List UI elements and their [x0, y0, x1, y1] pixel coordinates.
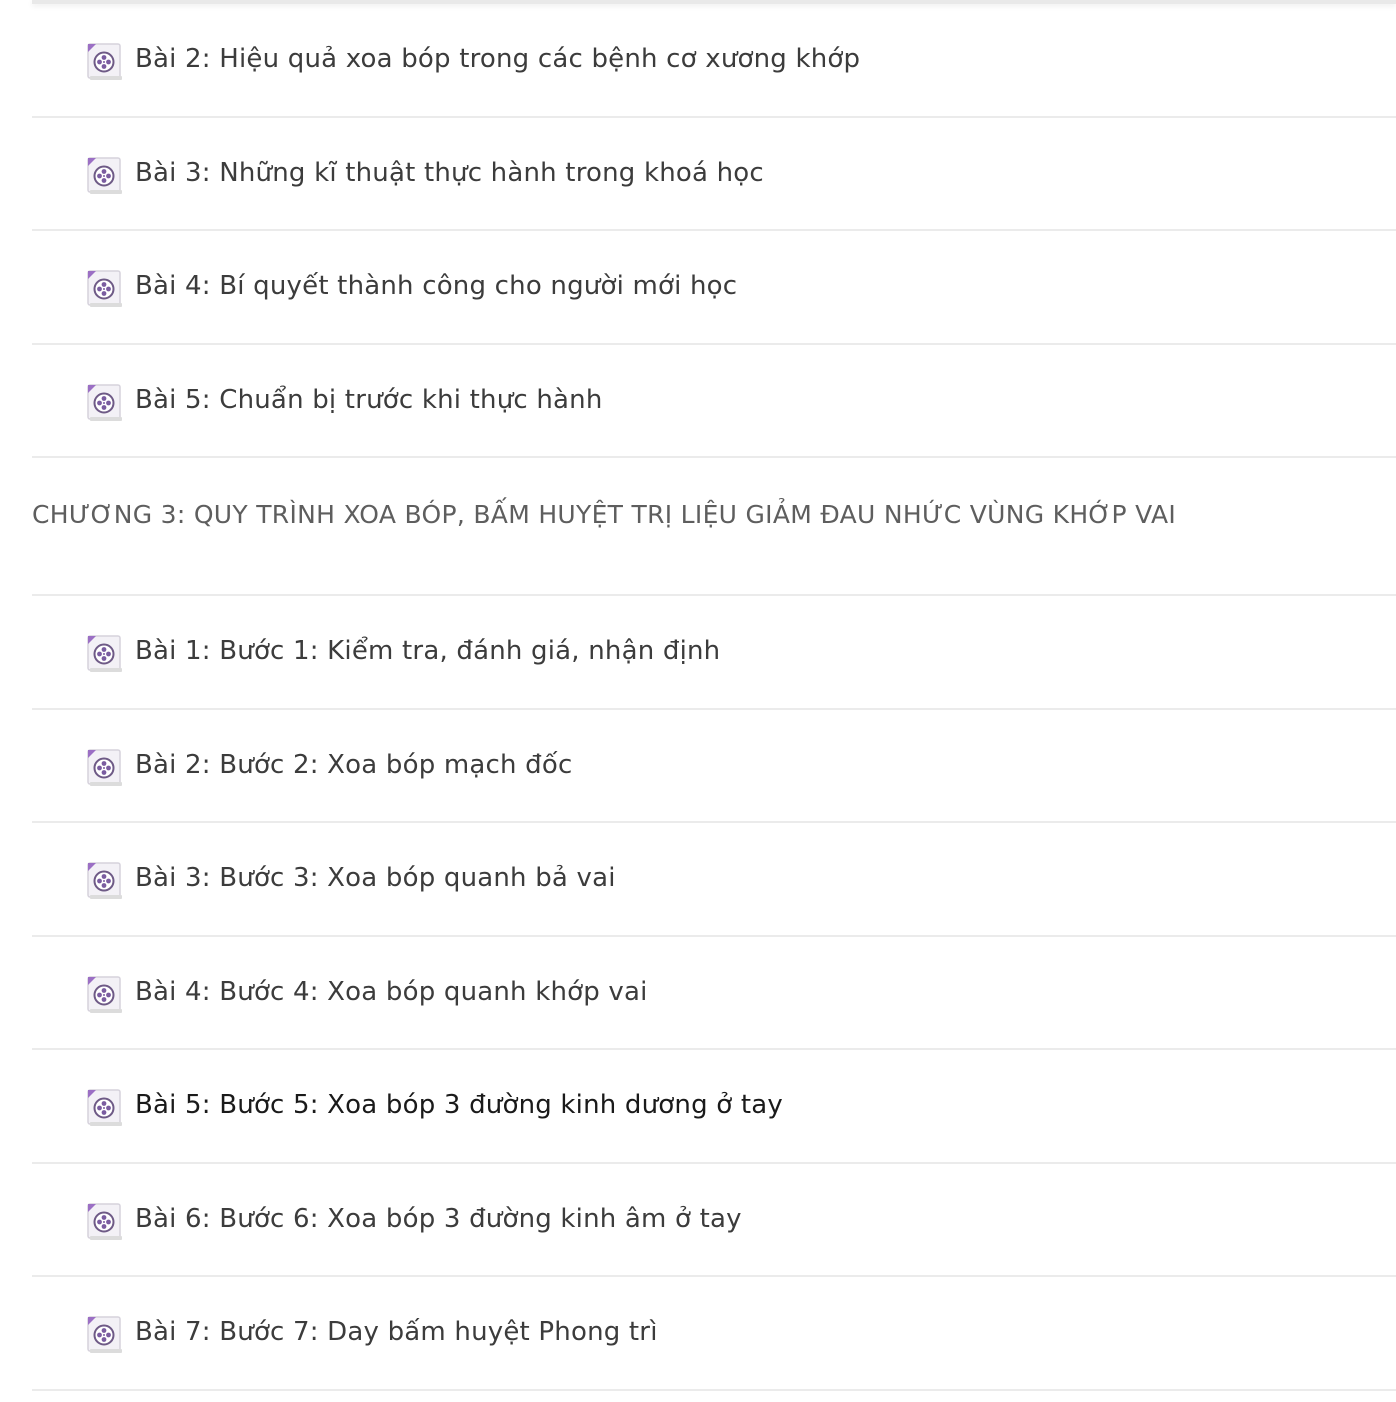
lesson-title: Bài 7: Bước 7: Day bấm huyệt Phong trì	[135, 1317, 658, 1347]
lesson-item[interactable]: Bài 2: Bước 2: Xoa bóp mạch đốc	[32, 710, 1396, 823]
lesson-item[interactable]: Bài 4: Bước 4: Xoa bóp quanh khớp vai	[32, 937, 1396, 1050]
video-file-icon	[84, 154, 124, 196]
lesson-item[interactable]: Bài 7: Bước 7: Day bấm huyệt Phong trì	[32, 1277, 1396, 1391]
chapter-title: CHƯƠNG 3: QUY TRÌNH XOA BÓP, BẤM HUYỆT T…	[32, 500, 1177, 529]
video-file-icon	[84, 973, 124, 1015]
lesson-title: Bài 3: Những kĩ thuật thực hành trong kh…	[135, 157, 764, 188]
video-file-icon	[84, 1086, 124, 1128]
lesson-title: Bài 3: Bước 3: Xoa bóp quanh bả vai	[135, 863, 616, 893]
lesson-title: Bài 4: Bước 4: Xoa bóp quanh khớp vai	[135, 976, 648, 1007]
lesson-item[interactable]: Bài 1: Bước 1: Kiểm tra, đánh giá, nhận …	[32, 596, 1396, 710]
lesson-item[interactable]: Bài 5: Chuẩn bị trước khi thực hành	[32, 345, 1396, 458]
lesson-item[interactable]: Bài 3: Bước 3: Xoa bóp quanh bả vai	[32, 823, 1396, 937]
video-file-icon	[84, 267, 124, 309]
lesson-title: Bài 2: Bước 2: Xoa bóp mạch đốc	[135, 749, 573, 780]
lesson-title: Bài 4: Bí quyết thành công cho người mới…	[135, 271, 738, 301]
video-file-icon	[84, 746, 124, 788]
lesson-title: Bài 5: Chuẩn bị trước khi thực hành	[135, 384, 603, 415]
lesson-item[interactable]: Bài 4: Bí quyết thành công cho người mới…	[32, 231, 1396, 345]
lesson-title: Bài 2: Hiệu quả xoa bóp trong các bệnh c…	[135, 44, 861, 74]
video-file-icon	[84, 859, 124, 901]
lesson-item[interactable]: Bài 2: Hiệu quả xoa bóp trong các bệnh c…	[32, 4, 1396, 118]
video-file-icon	[84, 40, 124, 82]
lesson-title: Bài 1: Bước 1: Kiểm tra, đánh giá, nhận …	[135, 636, 721, 666]
video-file-icon	[84, 1313, 124, 1355]
video-file-icon	[84, 632, 124, 674]
lesson-item[interactable]: Bài 5: Bước 5: Xoa bóp 3 đường kinh dươn…	[32, 1050, 1396, 1164]
lesson-title: Bài 5: Bước 5: Xoa bóp 3 đường kinh dươn…	[135, 1090, 783, 1120]
lesson-item[interactable]: Bài 6: Bước 6: Xoa bóp 3 đường kinh âm ở…	[32, 1164, 1396, 1277]
lesson-title: Bài 6: Bước 6: Xoa bóp 3 đường kinh âm ở…	[135, 1203, 742, 1234]
chapter-header[interactable]: CHƯƠNG 3: QUY TRÌNH XOA BÓP, BẤM HUYỆT T…	[32, 458, 1396, 596]
lesson-item[interactable]: Bài 3: Những kĩ thuật thực hành trong kh…	[32, 118, 1396, 231]
course-curriculum-list: Bài 2: Hiệu quả xoa bóp trong các bệnh c…	[0, 4, 1396, 1391]
video-file-icon	[84, 381, 124, 423]
video-file-icon	[84, 1200, 124, 1242]
